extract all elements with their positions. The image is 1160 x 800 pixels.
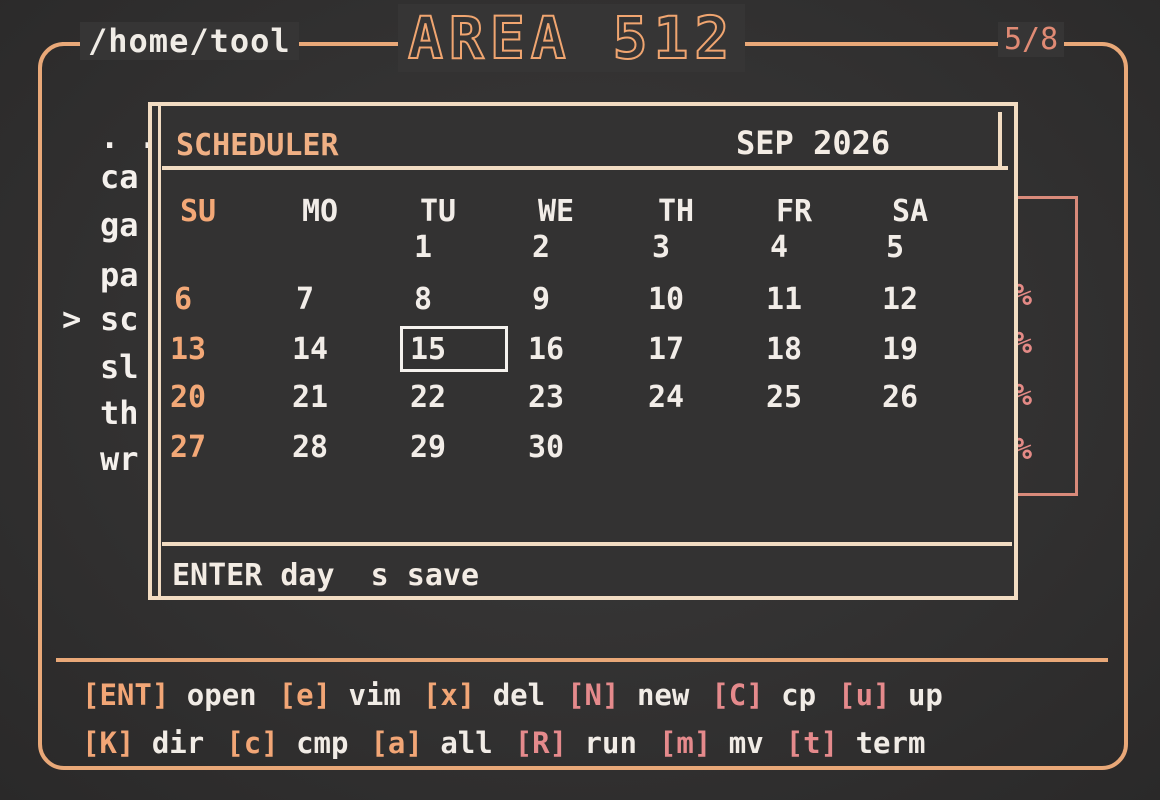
calendar-day[interactable]: 29 xyxy=(410,430,520,465)
shortcut-key[interactable]: [c] xyxy=(226,726,278,760)
weekday-header: MO xyxy=(302,194,339,229)
shortcut-key[interactable]: [C] xyxy=(711,678,763,712)
dialog-header-divider xyxy=(998,112,1002,170)
weekday-header: SU xyxy=(180,194,217,229)
shortcut-description: up xyxy=(890,678,943,712)
file-name: sl xyxy=(100,348,139,386)
weekday-header: SA xyxy=(892,194,929,229)
keybar-divider xyxy=(56,658,1108,662)
file-list-item[interactable]: ga xyxy=(62,206,139,244)
file-list-item[interactable]: > sc xyxy=(62,300,139,338)
file-list-item[interactable]: . . xyxy=(62,118,158,156)
shortcut-description: mv xyxy=(711,726,764,760)
calendar-day[interactable]: 27 xyxy=(170,430,280,465)
current-path: /home/tool xyxy=(80,22,299,60)
shortcut-description: dir xyxy=(134,726,205,760)
shortcut-description: term xyxy=(838,726,926,760)
file-name: ga xyxy=(100,206,139,244)
calendar-day[interactable]: 8 xyxy=(414,282,524,317)
shortcut-description: run xyxy=(567,726,637,760)
calendar-day[interactable]: 13 xyxy=(170,332,280,367)
page-indicator: 5/8 xyxy=(998,22,1065,57)
shortcut-description: new xyxy=(619,678,690,712)
calendar-day[interactable]: 18 xyxy=(766,332,876,367)
shortcut-description: cmp xyxy=(278,726,349,760)
weekday-header: FR xyxy=(776,194,813,229)
keybar-row: [ENT] open [e] vim [x] del [N] new [C] cp [u]… xyxy=(82,678,965,712)
header-rule-left xyxy=(62,42,82,46)
header-rule-mid xyxy=(318,42,400,46)
calendar-day[interactable]: 16 xyxy=(528,332,638,367)
calendar-day-selected[interactable]: 15 xyxy=(400,326,520,372)
weekday-header: WE xyxy=(538,194,575,229)
file-list-item[interactable]: th xyxy=(62,394,139,432)
shortcut-key[interactable]: [R] xyxy=(515,726,567,760)
calendar-day[interactable]: 11 xyxy=(766,282,876,317)
file-list-item[interactable]: pa xyxy=(62,256,139,294)
file-name: sc xyxy=(100,300,139,338)
calendar-day[interactable]: 17 xyxy=(648,332,758,367)
shortcut-description: del xyxy=(475,678,546,712)
file-name: pa xyxy=(100,256,139,294)
calendar-day[interactable]: 23 xyxy=(528,380,638,415)
dialog-title: SCHEDULER xyxy=(176,128,339,163)
dialog-inner-border xyxy=(158,106,161,596)
shortcut-key[interactable]: [a] xyxy=(370,726,422,760)
brand-title: AREA 512 xyxy=(398,3,746,73)
keybar-row: [K] dir [c] cmp [a] all [R] run [m] mv [t] te… xyxy=(82,726,947,760)
shortcut-key[interactable]: [e] xyxy=(279,678,331,712)
weekday-header: TH xyxy=(658,194,695,229)
shortcut-key[interactable]: [t] xyxy=(786,726,838,760)
shortcut-key[interactable]: [m] xyxy=(659,726,711,760)
calendar-day[interactable]: 22 xyxy=(410,380,520,415)
calendar-day[interactable]: 2 xyxy=(532,230,642,265)
calendar-day[interactable]: 9 xyxy=(532,282,642,317)
shortcut-key[interactable]: [N] xyxy=(567,678,619,712)
selection-cursor: > xyxy=(62,300,82,338)
scheduler-dialog: SCHEDULER SEP 2026 SU MO TU WE TH FR SA 1 2 3 4 5 6 7… xyxy=(148,102,1018,600)
shortcut-key[interactable]: [ENT] xyxy=(82,678,169,712)
calendar-day[interactable]: 24 xyxy=(648,380,758,415)
shortcut-description: cp xyxy=(763,678,817,712)
dialog-footer-hint: ENTER day s save xyxy=(172,558,480,593)
shortcut-description: vim xyxy=(331,678,401,712)
calendar-day[interactable]: 7 xyxy=(296,282,406,317)
dialog-header: SCHEDULER SEP 2026 xyxy=(162,112,1008,170)
month-label: SEP 2026 xyxy=(736,124,891,162)
file-name: th xyxy=(100,394,139,432)
calendar-day[interactable]: 20 xyxy=(170,380,280,415)
shortcut-description: all xyxy=(422,726,493,760)
calendar-day[interactable]: 1 xyxy=(414,230,524,265)
calendar-day[interactable]: 3 xyxy=(652,230,762,265)
file-name: wr xyxy=(100,440,139,478)
header-rule-right xyxy=(760,42,1000,46)
shortcut-description: open xyxy=(169,678,257,712)
calendar-day[interactable]: 10 xyxy=(648,282,758,317)
weekday-header: TU xyxy=(420,194,457,229)
calendar-day[interactable]: 26 xyxy=(882,380,992,415)
shortcut-key[interactable]: [K] xyxy=(82,726,134,760)
calendar-day[interactable]: 25 xyxy=(766,380,876,415)
shortcut-key[interactable]: [u] xyxy=(838,678,890,712)
calendar-day[interactable]: 30 xyxy=(528,430,638,465)
file-list-item[interactable]: sl xyxy=(62,348,139,386)
calendar-day[interactable]: 12 xyxy=(882,282,992,317)
dialog-footer-divider xyxy=(162,542,1012,546)
calendar-day[interactable]: 4 xyxy=(770,230,880,265)
file-name: ca xyxy=(100,158,139,196)
calendar-day[interactable]: 28 xyxy=(292,430,402,465)
file-list-item[interactable]: wr xyxy=(62,440,139,478)
calendar-day[interactable]: 14 xyxy=(292,332,402,367)
calendar-day[interactable]: 21 xyxy=(292,380,402,415)
file-list-item[interactable]: ca xyxy=(62,158,139,196)
shortcut-key[interactable]: [x] xyxy=(423,678,475,712)
calendar-day[interactable]: 19 xyxy=(882,332,992,367)
calendar-day[interactable]: 5 xyxy=(886,230,996,265)
calendar-day[interactable]: 6 xyxy=(174,282,284,317)
